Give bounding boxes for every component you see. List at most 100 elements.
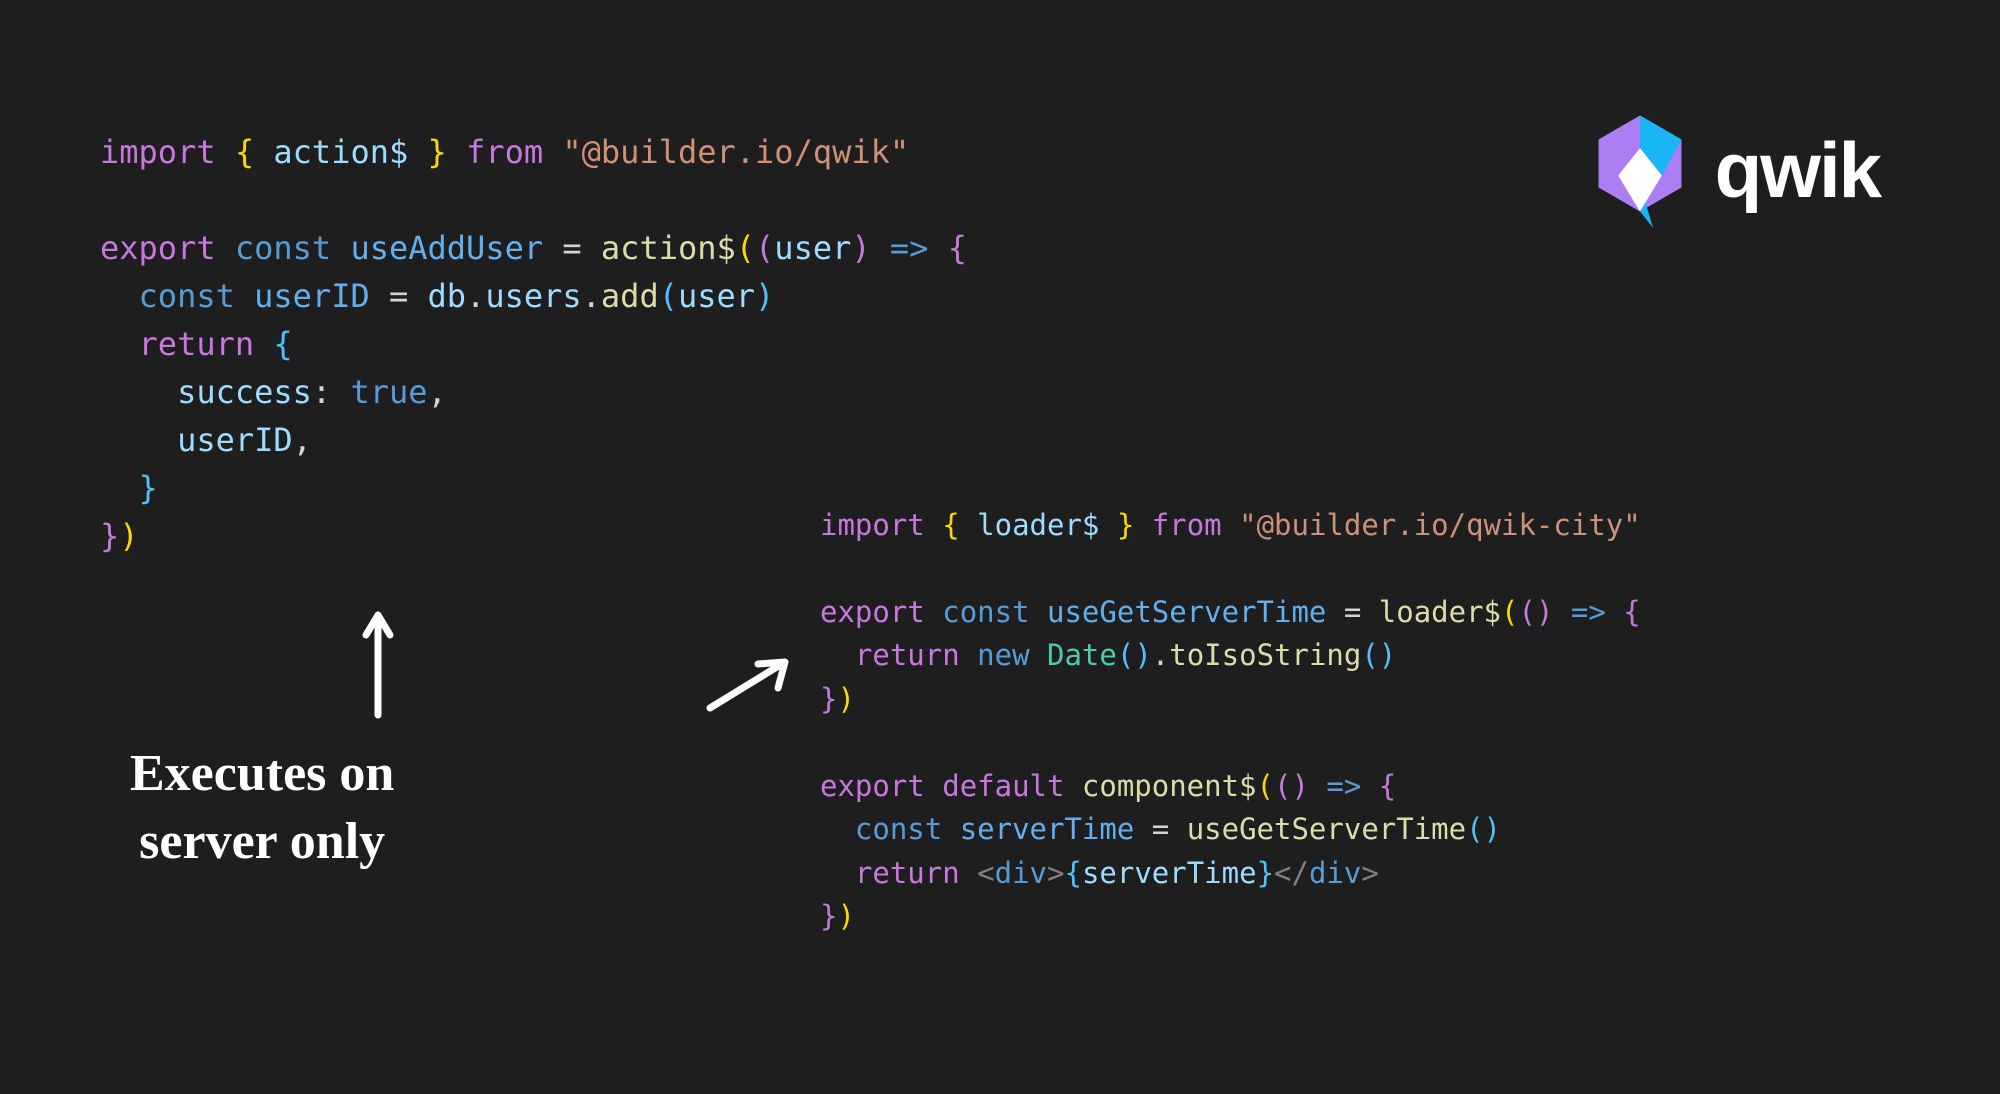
kw-return: return [855, 856, 960, 890]
paren: ( [755, 229, 774, 267]
fn: add [601, 277, 659, 315]
paren: ) [837, 682, 854, 716]
kw-const: const [942, 595, 1029, 629]
paren: ) [1484, 812, 1501, 846]
fn: useGetServerTime [1187, 812, 1466, 846]
key: userID [177, 421, 293, 459]
kw-return: return [855, 638, 960, 672]
ident: useAddUser [350, 229, 543, 267]
kw-const: const [139, 277, 235, 315]
paren: ) [837, 899, 854, 933]
ident: userID [254, 277, 370, 315]
key: success [177, 373, 312, 411]
op: = [1152, 812, 1169, 846]
kw-export: export [100, 229, 216, 267]
arrow-up-icon [358, 600, 398, 720]
fn: component$ [1082, 769, 1257, 803]
annotation-line1: Executes on [130, 740, 394, 808]
paren: ( [1257, 769, 1274, 803]
kw-const: const [235, 229, 331, 267]
expr: serverTime [1082, 856, 1257, 890]
paren: ( [1518, 595, 1535, 629]
qwik-logo-icon [1585, 110, 1695, 230]
kw-export: export [820, 595, 925, 629]
angle: < [977, 856, 994, 890]
brace: } [820, 899, 837, 933]
paren: ( [1466, 812, 1483, 846]
arg: user [678, 277, 755, 315]
op: = [562, 229, 581, 267]
ident: loader$ [977, 508, 1099, 542]
kw-return: return [139, 325, 255, 363]
kw-new: new [977, 638, 1029, 672]
bool: true [350, 373, 427, 411]
arrow: => [1326, 769, 1361, 803]
paren: ( [1361, 638, 1378, 672]
kw-from: from [466, 133, 543, 171]
fn: action$ [601, 229, 736, 267]
brace: } [100, 517, 119, 555]
colon: : [312, 373, 331, 411]
arrow: => [890, 229, 929, 267]
param: user [774, 229, 851, 267]
paren: ) [119, 517, 138, 555]
angle: > [1361, 856, 1378, 890]
arrow: => [1571, 595, 1606, 629]
kw-import: import [820, 508, 925, 542]
brace: { [948, 229, 967, 267]
qwik-logo: qwik [1585, 110, 1880, 230]
annotation-line2: server only [130, 808, 394, 876]
angle: </ [1274, 856, 1309, 890]
ident: db [428, 277, 467, 315]
fn: loader$ [1379, 595, 1501, 629]
kw-from: from [1152, 508, 1222, 542]
brace: { [942, 508, 959, 542]
tag: div [995, 856, 1047, 890]
annotation-text: Executes on server only [130, 740, 394, 875]
qwik-logo-text: qwik [1715, 125, 1880, 216]
arrow-diag-icon [700, 650, 800, 720]
paren: ) [851, 229, 870, 267]
brace: { [273, 325, 292, 363]
method: toIsoString [1169, 638, 1361, 672]
paren: ( [736, 229, 755, 267]
kw-default: default [942, 769, 1064, 803]
class: Date [1047, 638, 1117, 672]
dot: . [1152, 638, 1169, 672]
angle: > [1047, 856, 1064, 890]
tag: div [1309, 856, 1361, 890]
string: "@builder.io/qwik-city" [1239, 508, 1641, 542]
op: = [1344, 595, 1361, 629]
ident: users [485, 277, 581, 315]
brace: { [235, 133, 254, 171]
paren: ( [1274, 769, 1291, 803]
brace: } [428, 133, 447, 171]
paren: ) [1379, 638, 1396, 672]
ident: useGetServerTime [1047, 595, 1326, 629]
brace: { [1623, 595, 1640, 629]
paren: ( [1117, 638, 1134, 672]
paren: ( [659, 277, 678, 315]
paren: ) [1134, 638, 1151, 672]
paren: ) [1291, 769, 1308, 803]
brace: { [1379, 769, 1396, 803]
kw-const: const [855, 812, 942, 846]
brace: { [1064, 856, 1081, 890]
comma: , [293, 421, 312, 459]
brace: } [1257, 856, 1274, 890]
paren: ) [755, 277, 774, 315]
ident: serverTime [960, 812, 1135, 846]
kw-import: import [100, 133, 216, 171]
code-block-right: import { loader$ } from "@builder.io/qwi… [820, 460, 1641, 939]
paren: ( [1501, 595, 1518, 629]
paren: ) [1536, 595, 1553, 629]
dot: . [582, 277, 601, 315]
op: = [389, 277, 408, 315]
ident: action$ [273, 133, 408, 171]
dot: . [466, 277, 485, 315]
brace: } [820, 682, 837, 716]
comma: , [428, 373, 447, 411]
string: "@builder.io/qwik" [562, 133, 909, 171]
brace: } [1117, 508, 1134, 542]
brace: } [139, 469, 158, 507]
